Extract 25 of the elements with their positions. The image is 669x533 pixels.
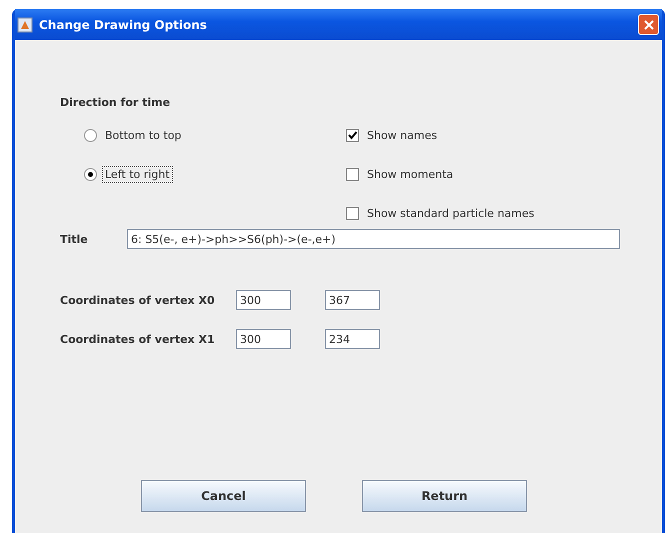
checkbox-label[interactable]: Show momenta bbox=[364, 166, 456, 182]
x-coordinate-input[interactable]: 300 bbox=[236, 329, 291, 349]
app-icon bbox=[17, 16, 33, 32]
title-input[interactable]: 6: S5(e-, e+)->ph>>S6(ph)->(e-,e+) bbox=[127, 229, 620, 249]
section-heading: Direction for time bbox=[60, 96, 172, 109]
checkbox[interactable] bbox=[346, 206, 359, 220]
title-label: Title bbox=[60, 232, 89, 246]
coordinate-label: Coordinates of vertex X1 bbox=[60, 332, 216, 346]
radio-label[interactable]: Bottom to top bbox=[102, 126, 184, 144]
checkbox-label[interactable]: Show standard particle names bbox=[364, 204, 538, 222]
radio-label[interactable]: Left to right bbox=[102, 166, 173, 182]
radio-button[interactable] bbox=[84, 168, 97, 180]
checkbox[interactable] bbox=[346, 168, 359, 180]
dialog-button[interactable]: Return bbox=[362, 480, 527, 512]
close-icon bbox=[642, 18, 654, 30]
dialog-button[interactable]: Cancel bbox=[141, 480, 306, 512]
close-button[interactable] bbox=[638, 14, 659, 35]
checkbox[interactable] bbox=[346, 128, 359, 142]
x-coordinate-input[interactable]: 300 bbox=[236, 290, 291, 310]
checkbox-label[interactable]: Show names bbox=[364, 126, 440, 144]
radio-button[interactable] bbox=[84, 128, 97, 142]
y-coordinate-input[interactable]: 367 bbox=[325, 290, 380, 310]
window-title: Change Drawing Options bbox=[39, 18, 208, 32]
y-coordinate-input[interactable]: 234 bbox=[325, 329, 380, 349]
coordinate-label: Coordinates of vertex X0 bbox=[60, 294, 216, 306]
